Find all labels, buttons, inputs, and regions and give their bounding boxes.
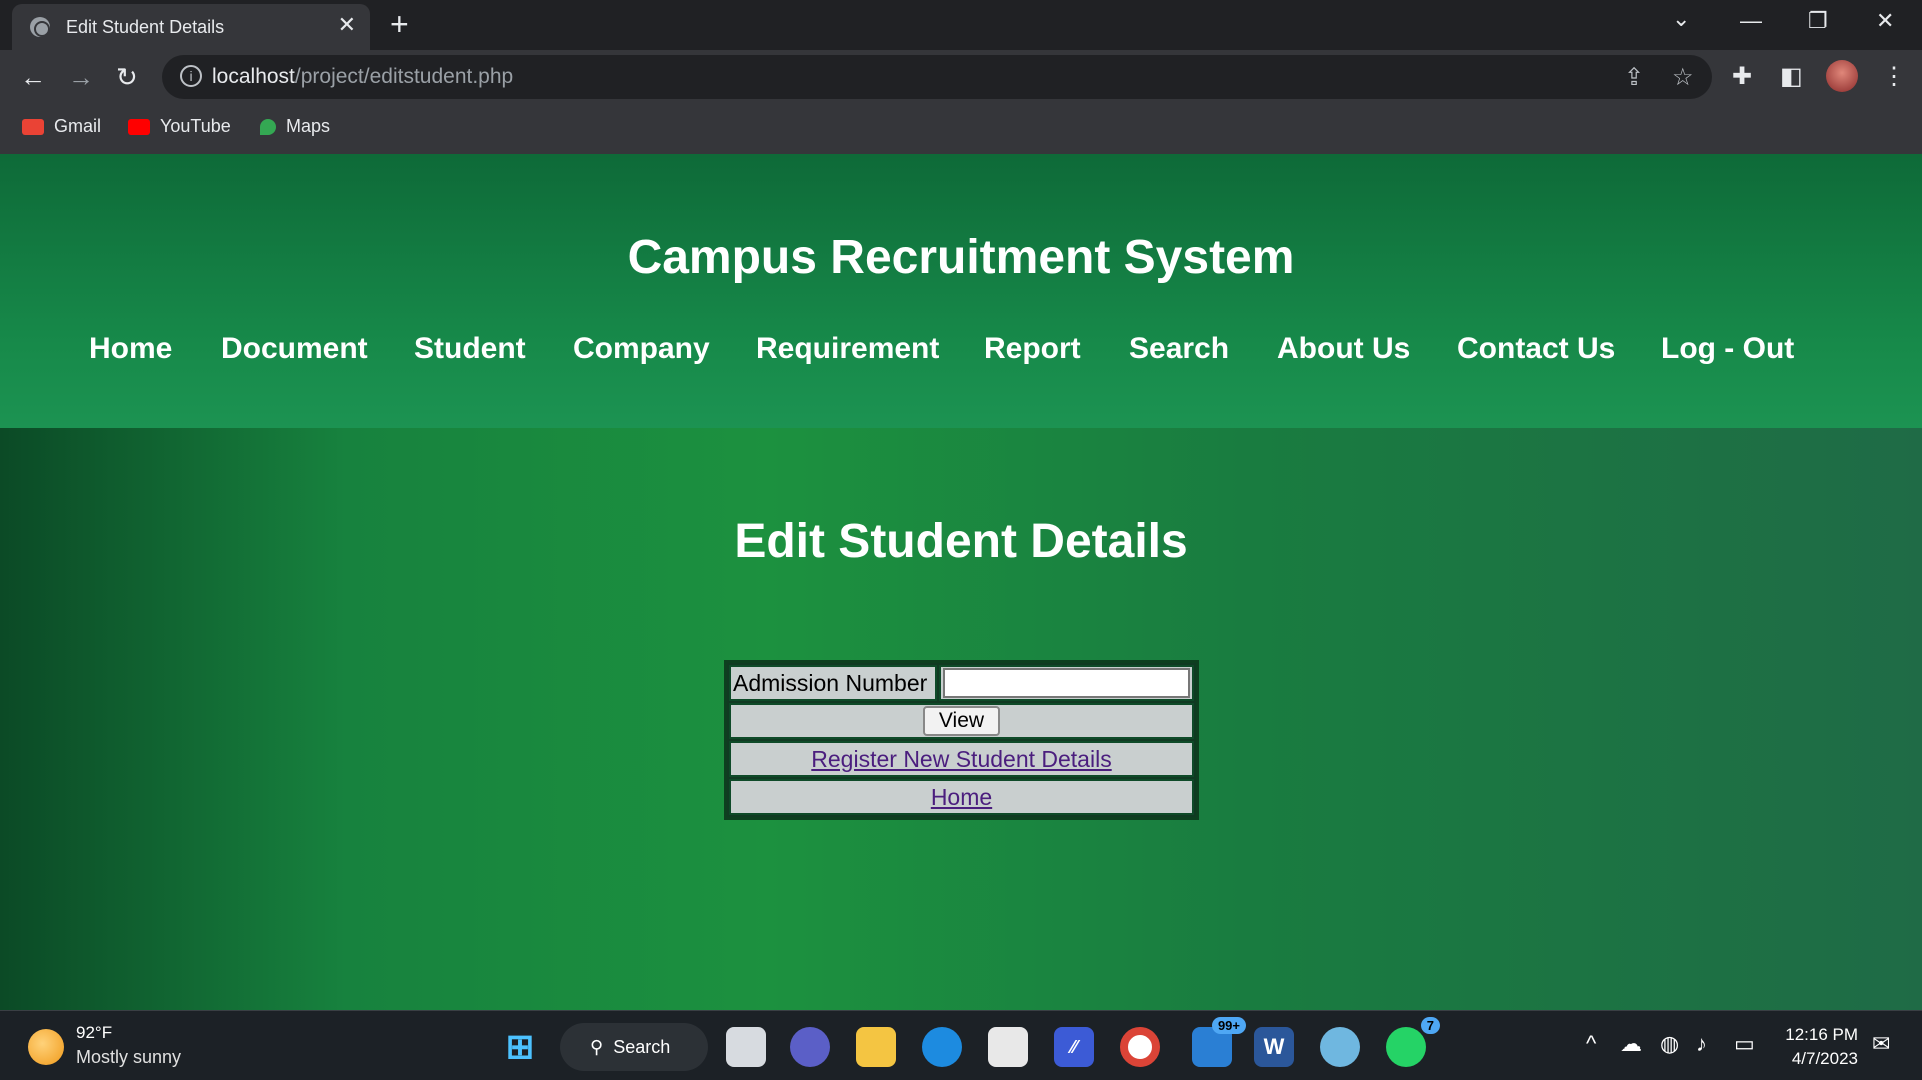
tab-close-button[interactable]: ✕: [338, 14, 356, 36]
bookmark-label: Maps: [286, 116, 331, 136]
extensions-icon[interactable]: ✚: [1732, 62, 1752, 91]
paint-icon[interactable]: [1320, 1027, 1360, 1067]
address-bar[interactable]: i localhost/project/editstudent.php ⇪ ☆: [162, 55, 1712, 99]
bookmark-gmail[interactable]: Gmail: [22, 116, 101, 137]
menu-icon[interactable]: ⋮: [1882, 62, 1906, 91]
notifications-icon[interactable]: ✉: [1872, 1031, 1890, 1057]
window-close-button[interactable]: ✕: [1876, 8, 1894, 34]
store-icon[interactable]: [988, 1027, 1028, 1067]
nav-company[interactable]: Company: [573, 332, 710, 366]
teams-icon[interactable]: 99+: [1192, 1017, 1246, 1067]
word-icon[interactable]: W: [1254, 1027, 1294, 1067]
url-text[interactable]: localhost/project/editstudent.php: [212, 65, 513, 89]
whatsapp-icon[interactable]: 7: [1386, 1017, 1440, 1067]
reload-button[interactable]: ↻: [116, 62, 138, 92]
share-icon[interactable]: ⇪: [1624, 63, 1644, 92]
register-cell: Register New Student Details: [729, 741, 1194, 777]
weather-temperature[interactable]: 92°F: [76, 1023, 112, 1043]
url-path: /project/editstudent.php: [294, 65, 514, 88]
nav-about-us[interactable]: About Us: [1277, 332, 1410, 366]
tab-strip: Edit Student Details ✕ + ⌄ — ❐ ✕: [0, 0, 1922, 50]
forward-button[interactable]: →: [68, 62, 94, 92]
nav-report[interactable]: Report: [984, 332, 1081, 366]
nav-home[interactable]: Home: [89, 332, 172, 366]
bookmark-maps[interactable]: Maps: [260, 116, 330, 137]
minimize-button[interactable]: —: [1740, 8, 1762, 34]
browser-toolbar: ← → ↻ i localhost/project/editstudent.ph…: [0, 50, 1922, 106]
clock-date: 4/7/2023: [1791, 1049, 1858, 1068]
form-row-admission: Admission Number: [729, 665, 1194, 701]
site-info-icon[interactable]: i: [180, 65, 202, 87]
admission-input-cell: [939, 665, 1194, 701]
bookmarks-bar: Gmail YouTube Maps: [0, 106, 1922, 152]
nav-search[interactable]: Search: [1129, 332, 1229, 366]
page-title: Edit Student Details: [734, 515, 1188, 568]
network-icon[interactable]: ◍: [1660, 1031, 1679, 1057]
browser-tab[interactable]: Edit Student Details ✕: [12, 4, 370, 50]
admission-number-label: Admission Number: [729, 665, 937, 701]
nav-document[interactable]: Document: [221, 332, 368, 366]
nav-logout[interactable]: Log - Out: [1661, 332, 1794, 366]
view-cell: View: [729, 703, 1194, 739]
site-title: Campus Recruitment System: [627, 231, 1295, 284]
chrome-icon[interactable]: [1120, 1027, 1160, 1067]
form-row-register: Register New Student Details: [729, 741, 1194, 777]
volume-icon[interactable]: ♪: [1696, 1031, 1707, 1057]
windows-taskbar: 92°F Mostly sunny ⊞ ⚲ Search ⁄⁄ 99+ W 7 …: [0, 1010, 1922, 1080]
globe-icon: [30, 17, 50, 37]
start-windows-icon[interactable]: ⊞: [500, 1027, 540, 1067]
search-icon: ⚲: [590, 1036, 604, 1057]
youtube-icon: [128, 118, 150, 135]
form-row-home: Home: [729, 779, 1194, 815]
battery-icon[interactable]: ▭: [1734, 1031, 1755, 1057]
clock-time: 12:16 PM: [1785, 1025, 1858, 1044]
nav-student[interactable]: Student: [414, 332, 526, 366]
view-button[interactable]: View: [922, 706, 1001, 736]
side-panel-icon[interactable]: ◧: [1780, 62, 1803, 91]
url-host: localhost: [212, 65, 295, 88]
main-nav: Home Document Student Company Requiremen…: [0, 332, 1922, 382]
new-tab-button[interactable]: +: [390, 8, 409, 40]
bookmark-label: Gmail: [54, 116, 102, 136]
form-row-view: View: [729, 703, 1194, 739]
whatsapp-badge: 7: [1420, 1017, 1440, 1034]
home-link[interactable]: Home: [931, 784, 992, 811]
edit-student-form: Admission Number View Register New Stude…: [724, 660, 1199, 820]
nav-contact-us[interactable]: Contact Us: [1457, 332, 1615, 366]
bookmark-youtube[interactable]: YouTube: [128, 116, 231, 137]
teams-chat-icon[interactable]: [790, 1027, 830, 1067]
admission-number-input[interactable]: [943, 668, 1190, 698]
restore-button[interactable]: ❐: [1808, 8, 1828, 34]
page-content: Campus Recruitment System Home Document …: [0, 154, 1922, 1010]
file-explorer-icon[interactable]: [856, 1027, 896, 1067]
browser-chrome: Edit Student Details ✕ + ⌄ — ❐ ✕ ← → ↻ i…: [0, 0, 1922, 154]
task-view-icon[interactable]: [726, 1027, 766, 1067]
bookmark-label: YouTube: [160, 116, 231, 136]
site-header: Campus Recruitment System Home Document …: [0, 154, 1922, 428]
taskbar-search-label: Search: [613, 1036, 671, 1057]
powerautomate-icon[interactable]: ⁄⁄: [1054, 1027, 1094, 1067]
weather-description[interactable]: Mostly sunny: [76, 1047, 181, 1068]
onedrive-icon[interactable]: ☁: [1620, 1031, 1642, 1057]
back-button[interactable]: ←: [20, 62, 46, 92]
bookmark-star-icon[interactable]: ☆: [1672, 63, 1694, 92]
register-new-student-link[interactable]: Register New Student Details: [811, 746, 1111, 773]
teams-badge: 99+: [1211, 1017, 1246, 1034]
maps-icon: [260, 118, 276, 135]
gmail-icon: [22, 118, 44, 135]
tray-overflow-icon[interactable]: ^: [1586, 1031, 1596, 1057]
home-cell: Home: [729, 779, 1194, 815]
taskbar-search[interactable]: ⚲ Search: [560, 1023, 708, 1071]
tab-title: Edit Student Details: [66, 17, 225, 37]
nav-requirement[interactable]: Requirement: [756, 332, 939, 366]
weather-sun-icon[interactable]: [28, 1029, 64, 1065]
edge-icon[interactable]: [922, 1027, 962, 1067]
tab-search-icon[interactable]: ⌄: [1672, 6, 1690, 32]
system-clock[interactable]: 12:16 PM 4/7/2023: [1784, 1023, 1858, 1071]
profile-avatar[interactable]: [1826, 60, 1858, 92]
